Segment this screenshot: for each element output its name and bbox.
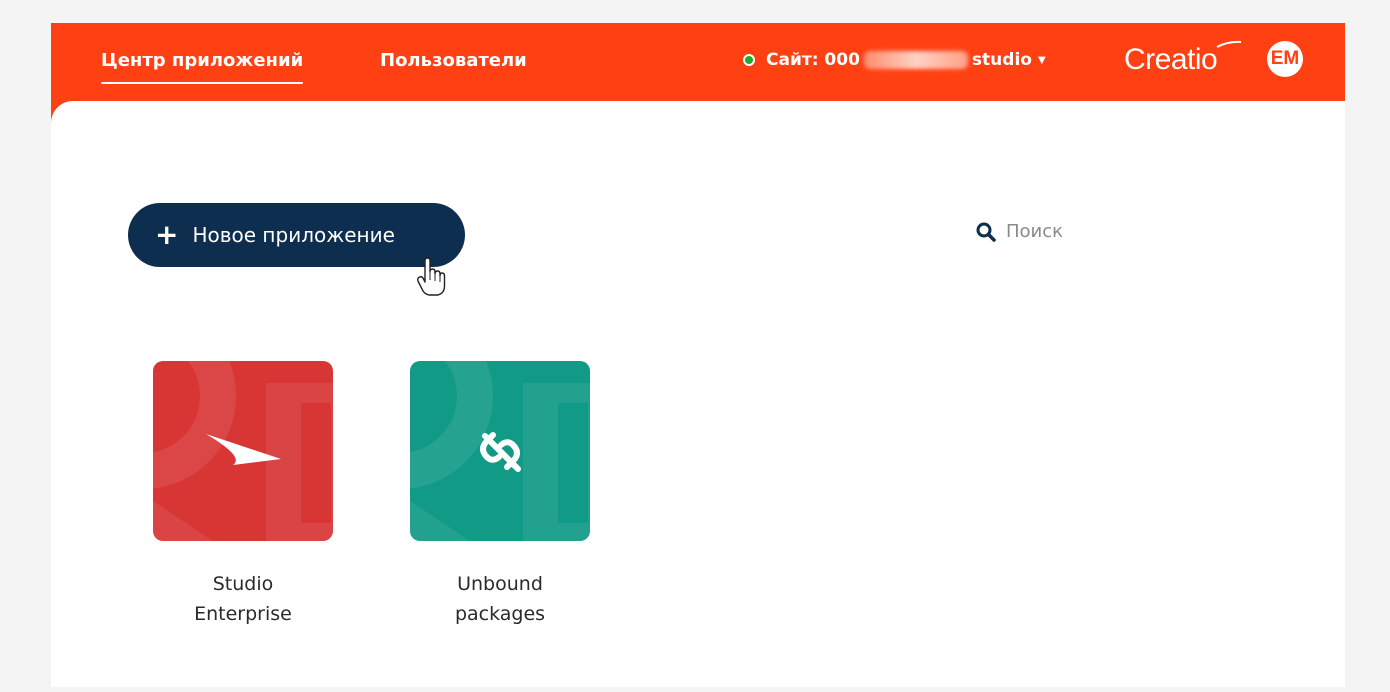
app-tile-unbound-packages[interactable]: Unbound packages — [410, 361, 590, 629]
app-tile-label: Studio Enterprise — [153, 569, 333, 629]
app-name-line1: Studio — [212, 573, 274, 595]
hand-cursor-icon — [417, 257, 446, 296]
arrow-icon — [206, 434, 281, 465]
app-tile-image — [410, 361, 590, 541]
site-label-prefix: Сайт: 000 — [766, 50, 860, 70]
app-tile-image — [153, 361, 333, 541]
logo-swoosh-icon — [1216, 40, 1242, 48]
site-selector[interactable]: Сайт: 000 studio ▼ — [743, 50, 1046, 70]
app-tile-studio-enterprise[interactable]: Studio Enterprise — [153, 361, 333, 629]
site-label-suffix: studio — [971, 50, 1032, 70]
app-window: Центр приложений Пользователи Сайт: 000 … — [51, 23, 1345, 687]
chevron-down-icon: ▼ — [1037, 54, 1046, 66]
app-name-line2: packages — [454, 603, 546, 625]
top-bar: Центр приложений Пользователи Сайт: 000 … — [51, 23, 1345, 101]
new-app-button[interactable]: + Новое приложение — [128, 203, 465, 267]
new-app-button-label: Новое приложение — [192, 223, 395, 247]
app-name-line2: Enterprise — [194, 603, 292, 625]
tab-users[interactable]: Пользователи — [380, 50, 527, 71]
redacted-blur — [863, 51, 968, 69]
app-tile-label: Unbound packages — [410, 569, 590, 629]
search-icon — [976, 222, 996, 242]
status-dot-icon — [743, 54, 755, 66]
search-field[interactable]: Поиск — [976, 221, 1063, 242]
plus-icon: + — [155, 218, 179, 251]
user-avatar[interactable]: EM — [1267, 41, 1303, 77]
broken-link-icon — [480, 432, 521, 472]
creatio-logo: Creatio — [1124, 43, 1218, 76]
search-placeholder: Поиск — [1006, 221, 1064, 242]
app-name-line1: Unbound — [457, 573, 543, 595]
main-content: + Новое приложение Поиск Studio Enterpri… — [51, 101, 1345, 687]
tab-app-center[interactable]: Центр приложений — [101, 50, 304, 84]
